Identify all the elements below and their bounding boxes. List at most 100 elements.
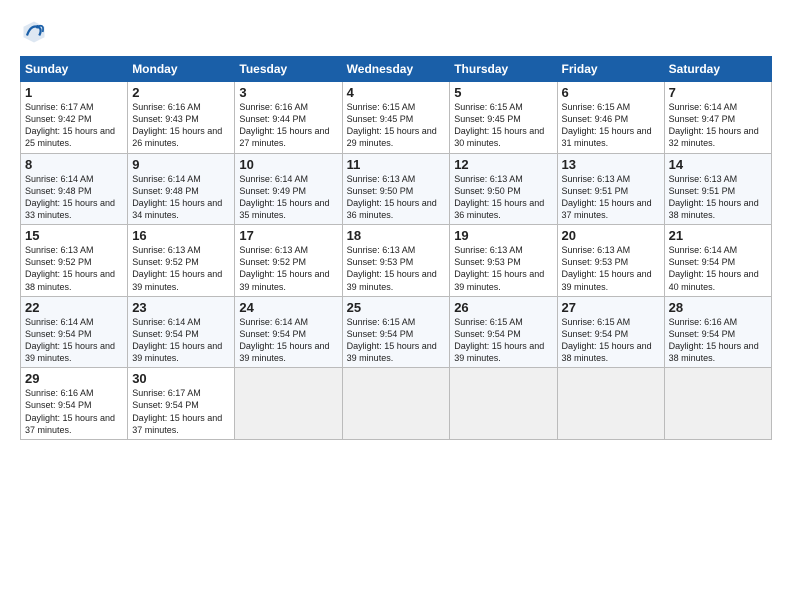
day-number: 28 — [669, 300, 767, 315]
day-info: Sunrise: 6:14 AMSunset: 9:48 PMDaylight:… — [25, 173, 123, 222]
day-info: Sunrise: 6:16 AMSunset: 9:43 PMDaylight:… — [132, 101, 230, 150]
calendar-cell: 3Sunrise: 6:16 AMSunset: 9:44 PMDaylight… — [235, 82, 342, 154]
day-number: 8 — [25, 157, 123, 172]
calendar-cell: 17Sunrise: 6:13 AMSunset: 9:52 PMDayligh… — [235, 225, 342, 297]
calendar-cell: 11Sunrise: 6:13 AMSunset: 9:50 PMDayligh… — [342, 153, 450, 225]
calendar-table: SundayMondayTuesdayWednesdayThursdayFrid… — [20, 56, 772, 440]
calendar-cell: 30Sunrise: 6:17 AMSunset: 9:54 PMDayligh… — [128, 368, 235, 440]
day-number: 19 — [454, 228, 552, 243]
day-number: 11 — [347, 157, 446, 172]
day-number: 16 — [132, 228, 230, 243]
calendar-cell: 2Sunrise: 6:16 AMSunset: 9:43 PMDaylight… — [128, 82, 235, 154]
day-number: 26 — [454, 300, 552, 315]
day-number: 9 — [132, 157, 230, 172]
day-number: 1 — [25, 85, 123, 100]
calendar-cell: 27Sunrise: 6:15 AMSunset: 9:54 PMDayligh… — [557, 296, 664, 368]
day-number: 10 — [239, 157, 337, 172]
calendar-cell: 16Sunrise: 6:13 AMSunset: 9:52 PMDayligh… — [128, 225, 235, 297]
day-info: Sunrise: 6:14 AMSunset: 9:47 PMDaylight:… — [669, 101, 767, 150]
calendar-cell: 20Sunrise: 6:13 AMSunset: 9:53 PMDayligh… — [557, 225, 664, 297]
calendar-cell: 6Sunrise: 6:15 AMSunset: 9:46 PMDaylight… — [557, 82, 664, 154]
day-info: Sunrise: 6:14 AMSunset: 9:54 PMDaylight:… — [132, 316, 230, 365]
day-info: Sunrise: 6:15 AMSunset: 9:54 PMDaylight:… — [347, 316, 446, 365]
day-number: 5 — [454, 85, 552, 100]
day-number: 7 — [669, 85, 767, 100]
calendar-cell: 28Sunrise: 6:16 AMSunset: 9:54 PMDayligh… — [664, 296, 771, 368]
logo — [20, 18, 52, 46]
calendar-cell: 14Sunrise: 6:13 AMSunset: 9:51 PMDayligh… — [664, 153, 771, 225]
day-number: 4 — [347, 85, 446, 100]
calendar-cell: 5Sunrise: 6:15 AMSunset: 9:45 PMDaylight… — [450, 82, 557, 154]
day-info: Sunrise: 6:17 AMSunset: 9:42 PMDaylight:… — [25, 101, 123, 150]
calendar-cell — [557, 368, 664, 440]
day-info: Sunrise: 6:13 AMSunset: 9:51 PMDaylight:… — [669, 173, 767, 222]
day-number: 30 — [132, 371, 230, 386]
calendar-week-row: 15 Sunrise: 6:13 AMSunset: 9:52 PMDayligh… — [21, 225, 772, 297]
calendar-cell: 7Sunrise: 6:14 AMSunset: 9:47 PMDaylight… — [664, 82, 771, 154]
weekday-header: Friday — [557, 57, 664, 82]
calendar-cell: 21Sunrise: 6:14 AMSunset: 9:54 PMDayligh… — [664, 225, 771, 297]
day-info: Sunrise: 6:13 AMSunset: 9:50 PMDaylight:… — [347, 173, 446, 222]
weekday-header: Sunday — [21, 57, 128, 82]
day-number: 25 — [347, 300, 446, 315]
day-info: Sunrise: 6:15 AMSunset: 9:54 PMDaylight:… — [562, 316, 660, 365]
day-info: Sunrise: 6:13 AMSunset: 9:52 PMDaylight:… — [132, 244, 230, 293]
calendar-cell: 19Sunrise: 6:13 AMSunset: 9:53 PMDayligh… — [450, 225, 557, 297]
calendar-cell: 12Sunrise: 6:13 AMSunset: 9:50 PMDayligh… — [450, 153, 557, 225]
day-number: 6 — [562, 85, 660, 100]
day-info: Sunrise: 6:16 AMSunset: 9:44 PMDaylight:… — [239, 101, 337, 150]
calendar-cell: 29Sunrise: 6:16 AMSunset: 9:54 PMDayligh… — [21, 368, 128, 440]
calendar-week-row: 22Sunrise: 6:14 AMSunset: 9:54 PMDayligh… — [21, 296, 772, 368]
day-info: Sunrise: 6:13 AMSunset: 9:52 PMDaylight:… — [239, 244, 337, 293]
calendar-cell: 24Sunrise: 6:14 AMSunset: 9:54 PMDayligh… — [235, 296, 342, 368]
day-number: 2 — [132, 85, 230, 100]
calendar-cell: 1Sunrise: 6:17 AMSunset: 9:42 PMDaylight… — [21, 82, 128, 154]
day-info: Sunrise: 6:14 AMSunset: 9:54 PMDaylight:… — [669, 244, 767, 293]
calendar-cell — [664, 368, 771, 440]
day-number: 17 — [239, 228, 337, 243]
day-number: 18 — [347, 228, 446, 243]
day-info: Sunrise: 6:17 AMSunset: 9:54 PMDaylight:… — [132, 387, 230, 436]
day-number: 22 — [25, 300, 123, 315]
day-info: Sunrise: 6:15 AMSunset: 9:46 PMDaylight:… — [562, 101, 660, 150]
day-info: Sunrise: 6:13 AMSunset: 9:53 PMDaylight:… — [347, 244, 446, 293]
weekday-header: Thursday — [450, 57, 557, 82]
day-info: Sunrise: 6:13 AMSunset: 9:53 PMDaylight:… — [454, 244, 552, 293]
day-number: 3 — [239, 85, 337, 100]
calendar-cell — [342, 368, 450, 440]
day-number: 12 — [454, 157, 552, 172]
day-info: Sunrise: 6:16 AMSunset: 9:54 PMDaylight:… — [669, 316, 767, 365]
day-number: 20 — [562, 228, 660, 243]
day-info: Sunrise: 6:14 AMSunset: 9:49 PMDaylight:… — [239, 173, 337, 222]
day-info: Sunrise: 6:13 AMSunset: 9:50 PMDaylight:… — [454, 173, 552, 222]
day-info: Sunrise: 6:16 AMSunset: 9:54 PMDaylight:… — [25, 387, 123, 436]
calendar-cell: 13Sunrise: 6:13 AMSunset: 9:51 PMDayligh… — [557, 153, 664, 225]
day-number: 15 — [25, 228, 123, 243]
weekday-header: Monday — [128, 57, 235, 82]
day-number: 13 — [562, 157, 660, 172]
day-number: 21 — [669, 228, 767, 243]
day-number: 14 — [669, 157, 767, 172]
day-number: 27 — [562, 300, 660, 315]
weekday-header: Wednesday — [342, 57, 450, 82]
calendar-cell: 22Sunrise: 6:14 AMSunset: 9:54 PMDayligh… — [21, 296, 128, 368]
day-info: Sunrise: 6:14 AMSunset: 9:48 PMDaylight:… — [132, 173, 230, 222]
calendar-header-row: SundayMondayTuesdayWednesdayThursdayFrid… — [21, 57, 772, 82]
calendar-cell — [450, 368, 557, 440]
day-info: Sunrise: 6:15 AMSunset: 9:54 PMDaylight:… — [454, 316, 552, 365]
logo-icon — [20, 18, 48, 46]
weekday-header: Saturday — [664, 57, 771, 82]
day-info: Sunrise: 6:13 AMSunset: 9:51 PMDaylight:… — [562, 173, 660, 222]
calendar-week-row: 29Sunrise: 6:16 AMSunset: 9:54 PMDayligh… — [21, 368, 772, 440]
header — [20, 18, 772, 46]
calendar-cell: 4Sunrise: 6:15 AMSunset: 9:45 PMDaylight… — [342, 82, 450, 154]
calendar-cell: 9Sunrise: 6:14 AMSunset: 9:48 PMDaylight… — [128, 153, 235, 225]
calendar-cell: 15Sunrise: 6:13 AMSunset: 9:52 PMDayligh… — [21, 225, 128, 297]
calendar-cell: 23Sunrise: 6:14 AMSunset: 9:54 PMDayligh… — [128, 296, 235, 368]
page: SundayMondayTuesdayWednesdayThursdayFrid… — [0, 0, 792, 612]
calendar-cell: 26Sunrise: 6:15 AMSunset: 9:54 PMDayligh… — [450, 296, 557, 368]
calendar-cell: 10Sunrise: 6:14 AMSunset: 9:49 PMDayligh… — [235, 153, 342, 225]
day-info: Sunrise: 6:14 AMSunset: 9:54 PMDaylight:… — [239, 316, 337, 365]
day-info: Sunrise: 6:14 AMSunset: 9:54 PMDaylight:… — [25, 316, 123, 365]
calendar-week-row: 8Sunrise: 6:14 AMSunset: 9:48 PMDaylight… — [21, 153, 772, 225]
